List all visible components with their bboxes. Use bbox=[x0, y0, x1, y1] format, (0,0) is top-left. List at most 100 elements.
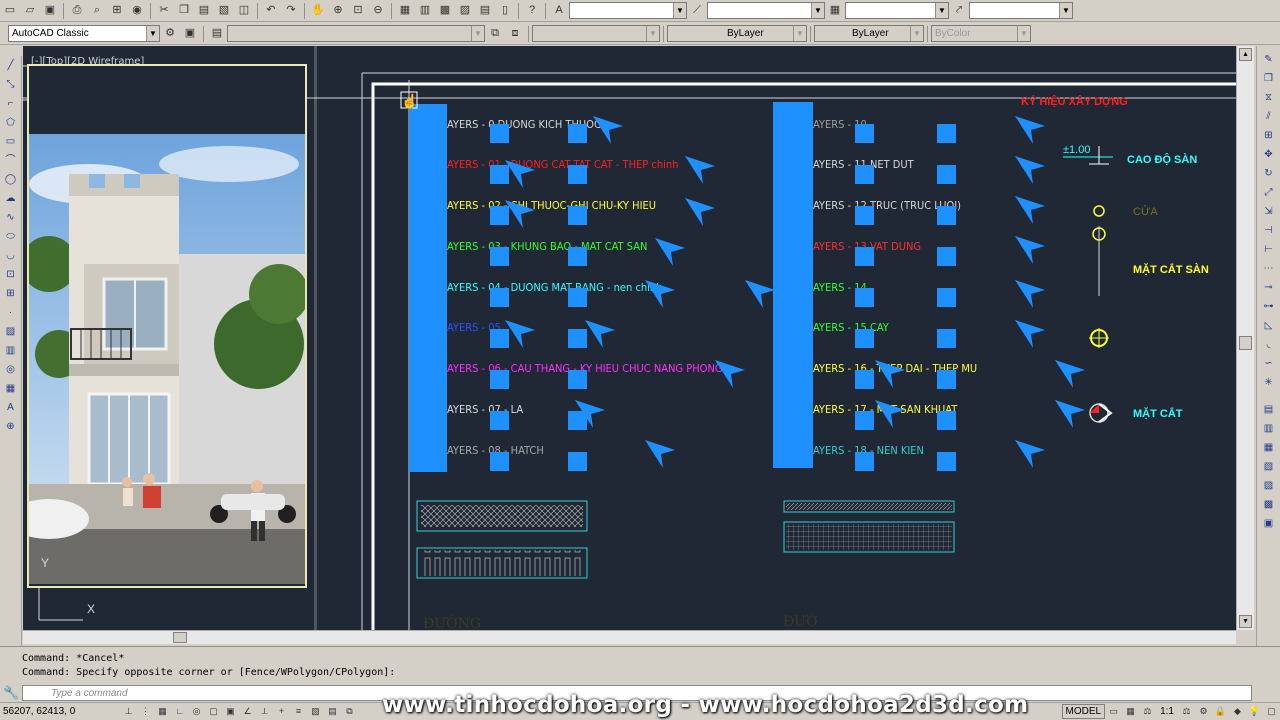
text-front-icon[interactable]: ▩ bbox=[1261, 496, 1277, 513]
hatch-back-icon[interactable]: ▣ bbox=[1261, 515, 1277, 532]
3d-publish-icon[interactable]: ◉ bbox=[128, 2, 146, 20]
region-icon[interactable]: ◎ bbox=[3, 361, 19, 378]
print-icon[interactable]: ⎙ bbox=[68, 2, 86, 20]
table-icon[interactable]: ▦ bbox=[3, 380, 19, 397]
publish-icon[interactable]: ⊞ bbox=[108, 2, 126, 20]
zoom-realtime-icon[interactable]: ⊕ bbox=[329, 2, 347, 20]
polygon-icon[interactable]: ⬠ bbox=[3, 114, 19, 131]
open-icon[interactable]: ▱ bbox=[21, 2, 39, 20]
layer-previous-icon[interactable]: ⧈ bbox=[506, 25, 524, 43]
text-style-icon[interactable]: A bbox=[550, 2, 568, 20]
make-current-layer-icon[interactable]: ⧉ bbox=[486, 25, 504, 43]
workspace-icon[interactable]: ▣ bbox=[181, 25, 199, 43]
annotation-scale-value[interactable]: 1:1 bbox=[1160, 706, 1174, 717]
house-render-image[interactable] bbox=[27, 64, 307, 588]
allow-ucs-icon[interactable]: ⟂ bbox=[257, 704, 272, 719]
markup-icon[interactable]: ▤ bbox=[476, 2, 494, 20]
join-icon[interactable]: ⊶ bbox=[1261, 298, 1277, 315]
cut-icon[interactable]: ✂ bbox=[155, 2, 173, 20]
workspace-dropdown[interactable]: AutoCAD Classic ▼ bbox=[8, 25, 160, 42]
clean-screen-icon[interactable]: ▢ bbox=[1264, 704, 1279, 719]
dim-style-dropdown[interactable]: ▼ bbox=[707, 2, 825, 19]
line-icon[interactable]: ╱ bbox=[3, 57, 19, 74]
design-center-icon[interactable]: ▥ bbox=[416, 2, 434, 20]
make-block-icon[interactable]: ⊞ bbox=[3, 285, 19, 302]
layer-dropdown[interactable]: ▼ bbox=[227, 25, 485, 42]
table-style-dropdown[interactable]: ▼ bbox=[845, 2, 949, 19]
quickcalc-icon[interactable]: ▯ bbox=[496, 2, 514, 20]
vertical-scrollbar[interactable]: ▲ ▼ bbox=[1236, 46, 1254, 630]
mtext-icon[interactable]: A bbox=[3, 399, 19, 416]
snap-mode-icon[interactable]: ⋮ bbox=[138, 704, 153, 719]
quick-view-layouts-icon[interactable]: ▭ bbox=[1106, 704, 1121, 719]
quick-properties-icon[interactable]: ▤ bbox=[325, 704, 340, 719]
match-properties-icon[interactable]: ▧ bbox=[215, 2, 233, 20]
break-icon[interactable]: ⊸ bbox=[1261, 279, 1277, 296]
object-snap-tracking-icon[interactable]: ∠ bbox=[240, 704, 255, 719]
isolate-objects-icon[interactable]: 💡 bbox=[1247, 704, 1262, 719]
help-icon[interactable]: ? bbox=[523, 2, 541, 20]
layer-properties-icon[interactable]: ▤ bbox=[208, 25, 226, 43]
break-point-icon[interactable]: ⋯ bbox=[1261, 260, 1277, 277]
lineweight-icon[interactable]: ≡ bbox=[291, 704, 306, 719]
paste-icon[interactable]: ▤ bbox=[195, 2, 213, 20]
object-snap-icon[interactable]: ▢ bbox=[206, 704, 221, 719]
gradient-icon[interactable]: ▥ bbox=[3, 342, 19, 359]
new-icon[interactable]: ▭ bbox=[1, 2, 19, 20]
undo-icon[interactable]: ↶ bbox=[262, 2, 280, 20]
multileader-style-dropdown[interactable]: ▼ bbox=[969, 2, 1073, 19]
dim-style-icon[interactable]: ⟋ bbox=[688, 2, 706, 20]
workspace-settings-icon[interactable]: ⚙ bbox=[161, 25, 179, 43]
linetype-dropdown[interactable]: ByLayer ▼ bbox=[667, 25, 807, 42]
grid-display-icon[interactable]: ▦ bbox=[155, 704, 170, 719]
ortho-mode-icon[interactable]: ∟ bbox=[172, 704, 187, 719]
workspace-switching-icon[interactable]: ⚙ bbox=[1196, 704, 1211, 719]
circle-icon[interactable]: ◯ bbox=[3, 171, 19, 188]
polar-tracking-icon[interactable]: ◎ bbox=[189, 704, 204, 719]
tool-palettes-icon[interactable]: ▩ bbox=[436, 2, 454, 20]
scale-icon[interactable]: ⤢ bbox=[1261, 184, 1277, 201]
annotation-scale-icon[interactable]: ⚖ bbox=[1140, 704, 1155, 719]
zoom-window-icon[interactable]: ⊡ bbox=[349, 2, 367, 20]
ellipse-icon[interactable]: ⬭ bbox=[3, 228, 19, 245]
insert-block-icon[interactable]: ⊡ bbox=[3, 266, 19, 283]
multileader-style-icon[interactable]: ⤤ bbox=[950, 2, 968, 20]
polyline-icon[interactable]: ⌐ bbox=[3, 95, 19, 112]
zoom-previous-icon[interactable]: ⊖ bbox=[369, 2, 387, 20]
copy-object-icon[interactable]: ❐ bbox=[1261, 70, 1277, 87]
plotstyle-dropdown[interactable]: ByColor ▼ bbox=[931, 25, 1031, 42]
transparency-icon[interactable]: ▧ bbox=[308, 704, 323, 719]
infer-constraints-icon[interactable]: ⊥ bbox=[121, 704, 136, 719]
horizontal-scrollbar[interactable] bbox=[23, 630, 1236, 644]
ellipse-arc-icon[interactable]: ◡ bbox=[3, 247, 19, 264]
chamfer-icon[interactable]: ◺ bbox=[1261, 317, 1277, 334]
trim-icon[interactable]: ⊣ bbox=[1261, 222, 1277, 239]
3d-object-snap-icon[interactable]: ▣ bbox=[223, 704, 238, 719]
properties-icon[interactable]: ▦ bbox=[396, 2, 414, 20]
draw-order-icon[interactable]: ▤ bbox=[1261, 401, 1277, 418]
offset-icon[interactable]: ⫽ bbox=[1261, 108, 1277, 125]
hatch-icon[interactable]: ▨ bbox=[3, 323, 19, 340]
wrench-icon[interactable]: 🔧 bbox=[3, 685, 19, 701]
bring-above-icon[interactable]: ▧ bbox=[1261, 458, 1277, 475]
construction-line-icon[interactable]: ⤡ bbox=[3, 76, 19, 93]
move-icon[interactable]: ✥ bbox=[1261, 146, 1277, 163]
add-selected-icon[interactable]: ⊕ bbox=[3, 418, 19, 435]
lineweight-dropdown[interactable]: ByLayer ▼ bbox=[814, 25, 924, 42]
annotation-visibility-icon[interactable]: ⚖ bbox=[1179, 704, 1194, 719]
color-dropdown[interactable]: ▼ bbox=[532, 25, 660, 42]
rectangle-icon[interactable]: ▭ bbox=[3, 133, 19, 150]
send-back-icon[interactable]: ▦ bbox=[1261, 439, 1277, 456]
point-icon[interactable]: · bbox=[3, 304, 19, 321]
model-tab[interactable]: MODEL bbox=[1061, 704, 1106, 719]
array-icon[interactable]: ⊞ bbox=[1261, 127, 1277, 144]
mirror-icon[interactable]: ⧖ bbox=[1261, 89, 1277, 106]
drawing-area[interactable]: [-][Top][2D Wireframe] ĐƯỜNG ĐƯỜ AYERS -… bbox=[23, 46, 1236, 630]
erase-icon[interactable]: ✎ bbox=[1261, 51, 1277, 68]
pan-icon[interactable]: ✋ bbox=[309, 2, 327, 20]
spline-icon[interactable]: ∿ bbox=[3, 209, 19, 226]
arc-icon[interactable]: ⌒ bbox=[3, 152, 19, 169]
sheet-set-icon[interactable]: ▨ bbox=[456, 2, 474, 20]
fillet-icon[interactable]: ◟ bbox=[1261, 336, 1277, 353]
copy-icon[interactable]: ❐ bbox=[175, 2, 193, 20]
